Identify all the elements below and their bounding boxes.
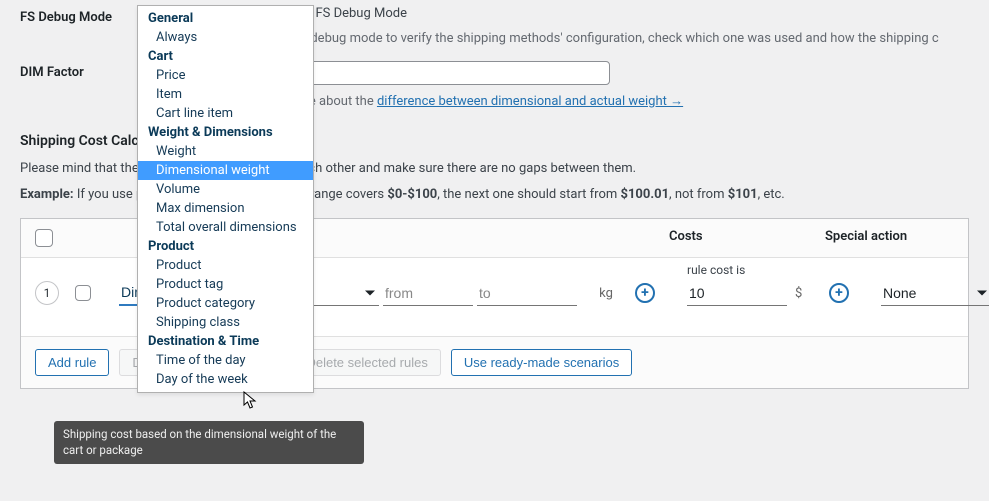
currency-label: $ — [791, 286, 825, 301]
dropdown-item[interactable]: Item — [138, 85, 313, 104]
dropdown-group-title: Destination & Time — [138, 332, 313, 351]
dropdown-item[interactable]: Dimensional weight — [138, 161, 313, 180]
dropdown-item[interactable]: Time of the day — [138, 351, 313, 370]
dropdown-item[interactable]: Shipping class — [138, 313, 313, 332]
condition-tooltip: Shipping cost based on the dimensional w… — [54, 421, 364, 464]
dropdown-item[interactable]: Max dimension — [138, 199, 313, 218]
delete-rules-button[interactable]: Delete selected rules — [293, 349, 440, 376]
rule-select-checkbox[interactable] — [75, 285, 91, 301]
dropdown-item[interactable]: Product tag — [138, 275, 313, 294]
rule-index: 1 — [35, 281, 59, 305]
dropdown-item[interactable]: Cart line item — [138, 104, 313, 123]
dropdown-item[interactable]: Volume — [138, 180, 313, 199]
rule-cost-input[interactable] — [687, 281, 787, 306]
fs-debug-desc: Enable FS debug mode to verify the shipp… — [250, 29, 969, 49]
dropdown-item[interactable]: Price — [138, 66, 313, 85]
rule-cost-caption: rule cost is — [687, 263, 745, 277]
special-action-select[interactable] — [881, 281, 989, 306]
dropdown-item[interactable]: Weight — [138, 142, 313, 161]
cursor-icon — [243, 391, 259, 411]
dropdown-group-title: Cart — [138, 47, 313, 66]
add-rule-button[interactable]: Add rule — [35, 349, 109, 376]
example-label: Example: — [20, 187, 74, 202]
unit-label: kg — [581, 286, 631, 301]
dropdown-item[interactable]: Total overall dimensions — [138, 218, 313, 237]
dropdown-item[interactable]: Product — [138, 256, 313, 275]
dropdown-item[interactable]: Always — [138, 28, 313, 47]
dropdown-item[interactable]: Day of the week — [138, 370, 313, 389]
select-all-checkbox[interactable] — [35, 229, 53, 247]
col-costs: Costs — [669, 229, 825, 247]
to-input[interactable] — [477, 281, 577, 306]
add-cost-button[interactable]: + — [829, 283, 849, 303]
add-condition-button[interactable]: + — [635, 283, 655, 303]
condition-dropdown[interactable]: GeneralAlwaysCartPriceItemCart line item… — [137, 5, 314, 393]
use-scenarios-button[interactable]: Use ready-made scenarios — [451, 349, 632, 376]
from-input[interactable] — [383, 281, 473, 306]
dropdown-group-title: Weight & Dimensions — [138, 123, 313, 142]
col-special: Special action — [825, 229, 954, 247]
dropdown-group-title: General — [138, 9, 313, 28]
dim-weight-link[interactable]: difference between dimensional and actua… — [377, 94, 683, 109]
dropdown-group-title: Product — [138, 237, 313, 256]
dropdown-item[interactable]: Product category — [138, 294, 313, 313]
